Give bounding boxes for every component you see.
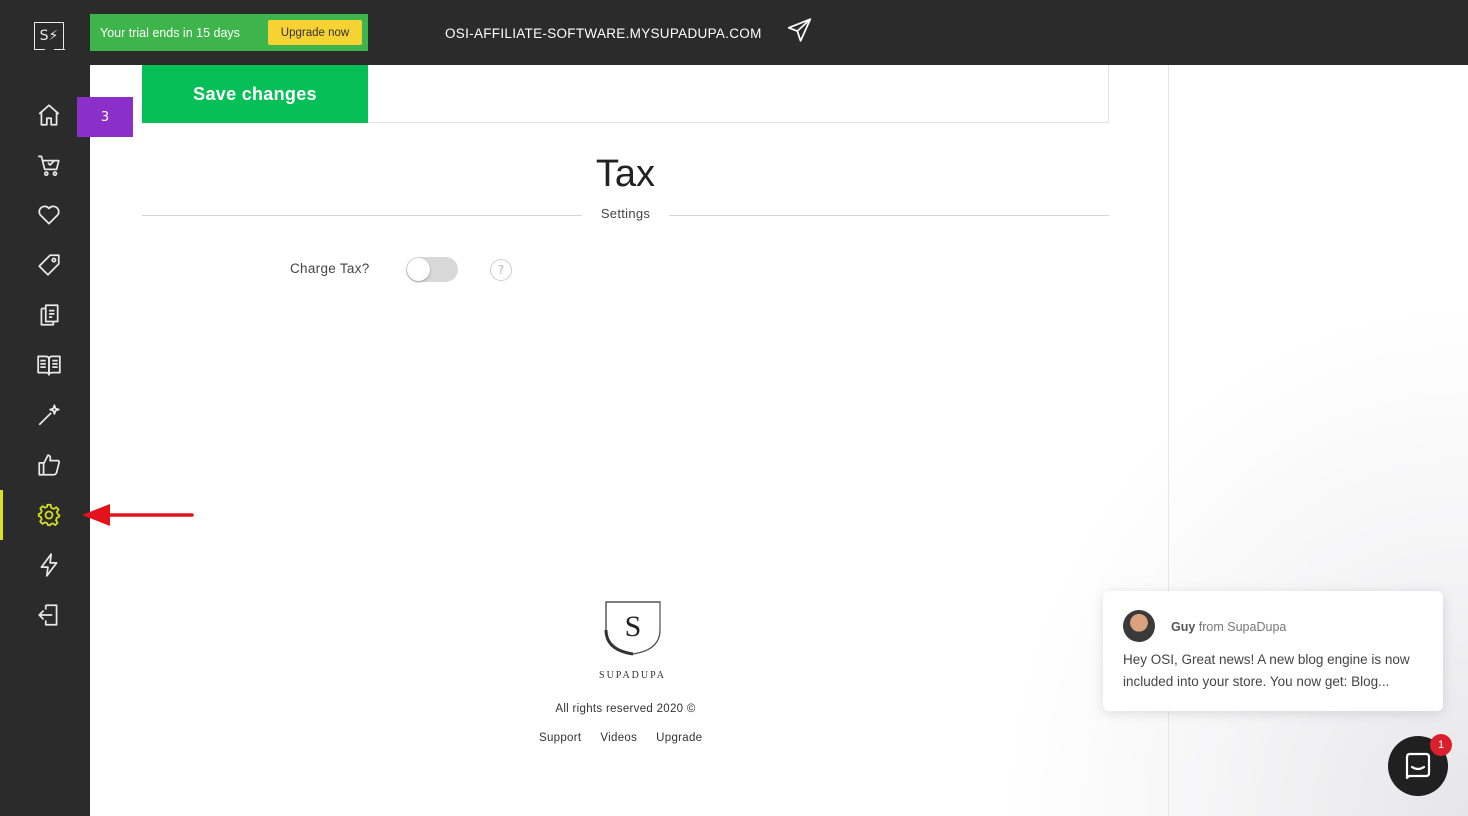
footer-brand: SUPADUPA <box>599 670 666 681</box>
magic-wand-icon <box>38 404 60 426</box>
annotation-arrow <box>82 504 194 526</box>
tour-step-badge[interactable]: 3 <box>77 97 133 137</box>
agent-avatar <box>1123 610 1155 642</box>
save-changes-button[interactable]: Save changes <box>142 65 368 123</box>
footer-links: Support Videos Upgrade <box>539 732 702 744</box>
sidebar-item-social[interactable] <box>0 440 90 490</box>
upgrade-now-button[interactable]: Upgrade now <box>268 20 362 45</box>
chat-sender: Guy from SupaDupa <box>1171 620 1286 634</box>
sidebar-item-apps[interactable] <box>0 540 90 590</box>
sidebar-item-pages[interactable] <box>0 290 90 340</box>
background-shade <box>1000 300 1468 816</box>
sidebar-item-favorites[interactable] <box>0 190 90 240</box>
app-logo[interactable]: S⚡ <box>33 22 65 50</box>
charge-tax-toggle[interactable] <box>406 257 458 282</box>
store-domain-link[interactable]: OSI-AFFILIATE-SOFTWARE.MYSUPADUPA.COM <box>445 26 762 41</box>
section-title: Tax <box>595 153 656 195</box>
section-subtitle: Settings <box>600 206 651 221</box>
chat-icon <box>1405 752 1431 780</box>
footer-link-upgrade[interactable]: Upgrade <box>656 732 702 744</box>
logout-icon <box>38 604 58 626</box>
thumbs-up-icon <box>38 454 60 476</box>
divider <box>142 215 582 216</box>
sidebar-item-design[interactable] <box>0 390 90 440</box>
book-icon <box>37 355 61 376</box>
unread-count-badge: 1 <box>1430 734 1452 756</box>
footer-copyright: All rights reserved 2020 © <box>555 703 696 715</box>
tag-icon <box>38 254 60 276</box>
home-icon <box>38 104 60 126</box>
trial-banner: Your trial ends in 15 days Upgrade now <box>90 14 368 51</box>
top-bar: S⚡ Your trial ends in 15 days Upgrade no… <box>0 0 1468 65</box>
lightning-icon <box>40 553 58 577</box>
chat-from-suffix: from SupaDupa <box>1198 620 1287 634</box>
toggle-knob <box>407 258 430 281</box>
chat-agent-name: Guy <box>1171 620 1196 634</box>
footer-link-videos[interactable]: Videos <box>600 732 637 744</box>
supadupa-logo: S <box>604 601 661 656</box>
paper-plane-icon[interactable] <box>786 17 813 43</box>
sidebar-item-blog[interactable] <box>0 340 90 390</box>
sidebar-item-tags[interactable] <box>0 240 90 290</box>
trial-text: Your trial ends in 15 days <box>100 25 240 40</box>
gear-icon <box>37 503 61 527</box>
chat-message-card[interactable]: Guy from SupaDupa Hey OSI, Great news! A… <box>1103 591 1443 711</box>
charge-tax-label: Charge Tax? <box>290 261 370 276</box>
pages-icon <box>40 304 59 326</box>
save-bar: Save changes <box>142 65 1109 123</box>
logo-letter: S <box>625 610 642 643</box>
app-logo-text: S⚡ <box>39 28 59 44</box>
footer-link-support[interactable]: Support <box>539 732 581 744</box>
sidebar-item-settings[interactable] <box>0 490 90 540</box>
heart-icon <box>38 205 60 225</box>
sidebar-item-logout[interactable] <box>0 590 90 640</box>
help-icon[interactable]: ? <box>490 259 512 281</box>
divider <box>669 215 1109 216</box>
chat-message-text: Hey OSI, Great news! A new blog engine i… <box>1123 652 1410 689</box>
